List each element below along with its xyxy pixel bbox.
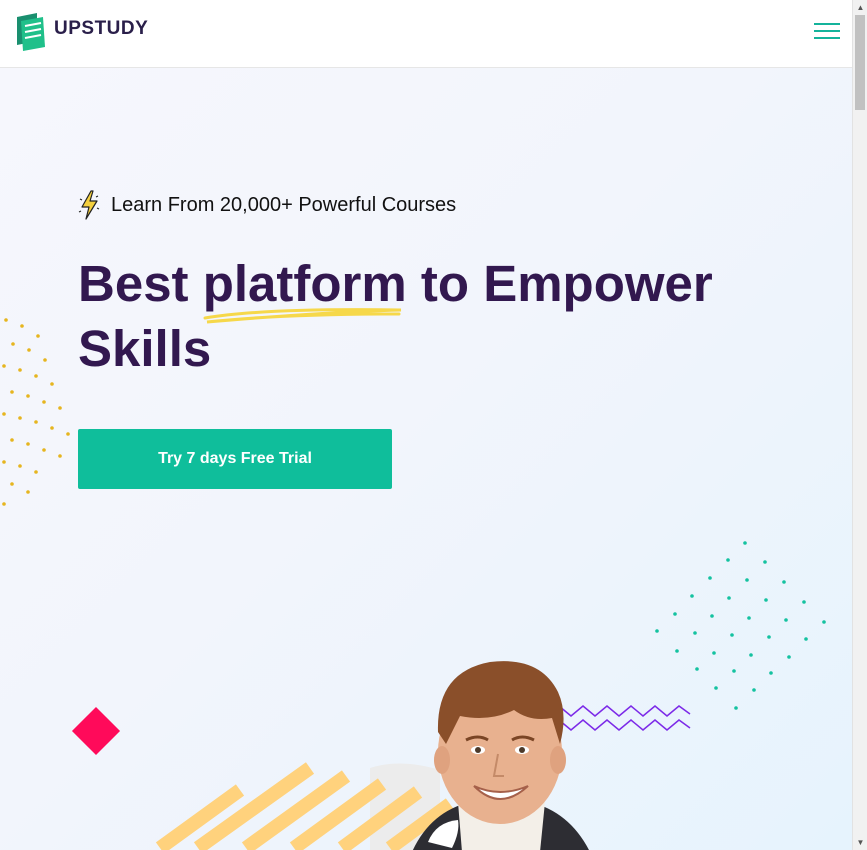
highlight-underline (203, 308, 401, 324)
page-scrollbar[interactable]: ▲ ▼ (852, 0, 867, 850)
scrollbar-thumb[interactable] (855, 15, 865, 110)
headline-highlight: platform (203, 251, 407, 324)
hero-headline: Best platform to Empower Skills (78, 251, 798, 381)
scroll-down-icon[interactable]: ▼ (853, 835, 867, 850)
brand-name: UPSTUDY (54, 18, 149, 39)
free-trial-button[interactable]: Try 7 days Free Trial (78, 429, 392, 489)
tagline-text: Learn From 20,000+ Powerful Courses (111, 193, 457, 216)
site-header: UPSTUDY (0, 0, 852, 68)
lightning-bolt-icon (78, 190, 100, 220)
pink-diamond-shape (71, 706, 121, 756)
menu-button[interactable] (814, 21, 840, 41)
student-photo (412, 661, 589, 850)
logo-icon (17, 13, 45, 51)
brand-logo[interactable]: UPSTUDY (15, 13, 148, 51)
hamburger-icon (814, 23, 840, 25)
dot-pattern-left (2, 318, 70, 506)
hero-tagline: Learn From 20,000+ Powerful Courses (78, 190, 456, 220)
hero-section: Learn From 20,000+ Powerful Courses Best… (0, 68, 852, 850)
scroll-up-icon[interactable]: ▲ (853, 0, 867, 15)
